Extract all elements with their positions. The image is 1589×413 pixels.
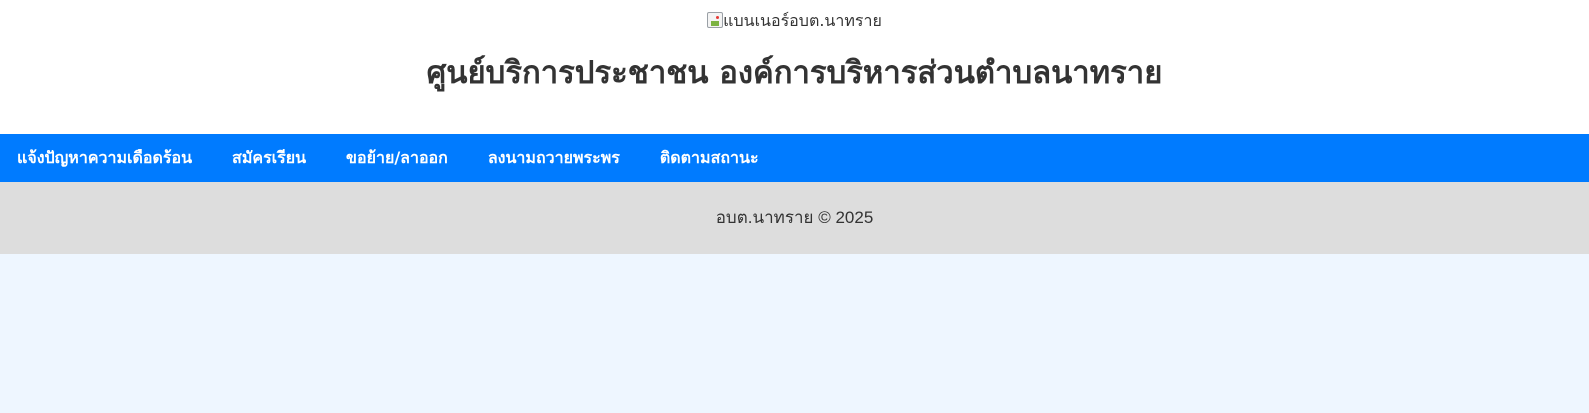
banner-alt-text: แบนเนอร์อบต.นาทราย: [723, 11, 882, 30]
footer-copyright: อบต.นาทราย © 2025: [715, 208, 874, 227]
nav-item-report-problem[interactable]: แจ้งปัญหาความเดือดร้อน: [17, 134, 192, 182]
nav-item-enroll[interactable]: สมัครเรียน: [232, 134, 306, 182]
page-footer: อบต.นาทราย © 2025: [0, 182, 1589, 254]
main-nav: แจ้งปัญหาความเดือดร้อน สมัครเรียน ขอย้าย…: [0, 134, 1589, 182]
nav-item-sign-blessing[interactable]: ลงนามถวายพระพร: [488, 134, 620, 182]
page-header: แบนเนอร์อบต.นาทราย ศูนย์บริการประชาชน อง…: [0, 0, 1589, 134]
nav-item-track-status[interactable]: ติดตามสถานะ: [660, 134, 759, 182]
page-body: [0, 254, 1589, 413]
page-title: ศูนย์บริการประชาชน องค์การบริหารส่วนตำบล…: [426, 55, 1163, 91]
nav-item-transfer-resign[interactable]: ขอย้าย/ลาออก: [346, 134, 448, 182]
banner-image: แบนเนอร์อบต.นาทราย: [0, 10, 1589, 32]
broken-image-icon: [707, 12, 724, 28]
